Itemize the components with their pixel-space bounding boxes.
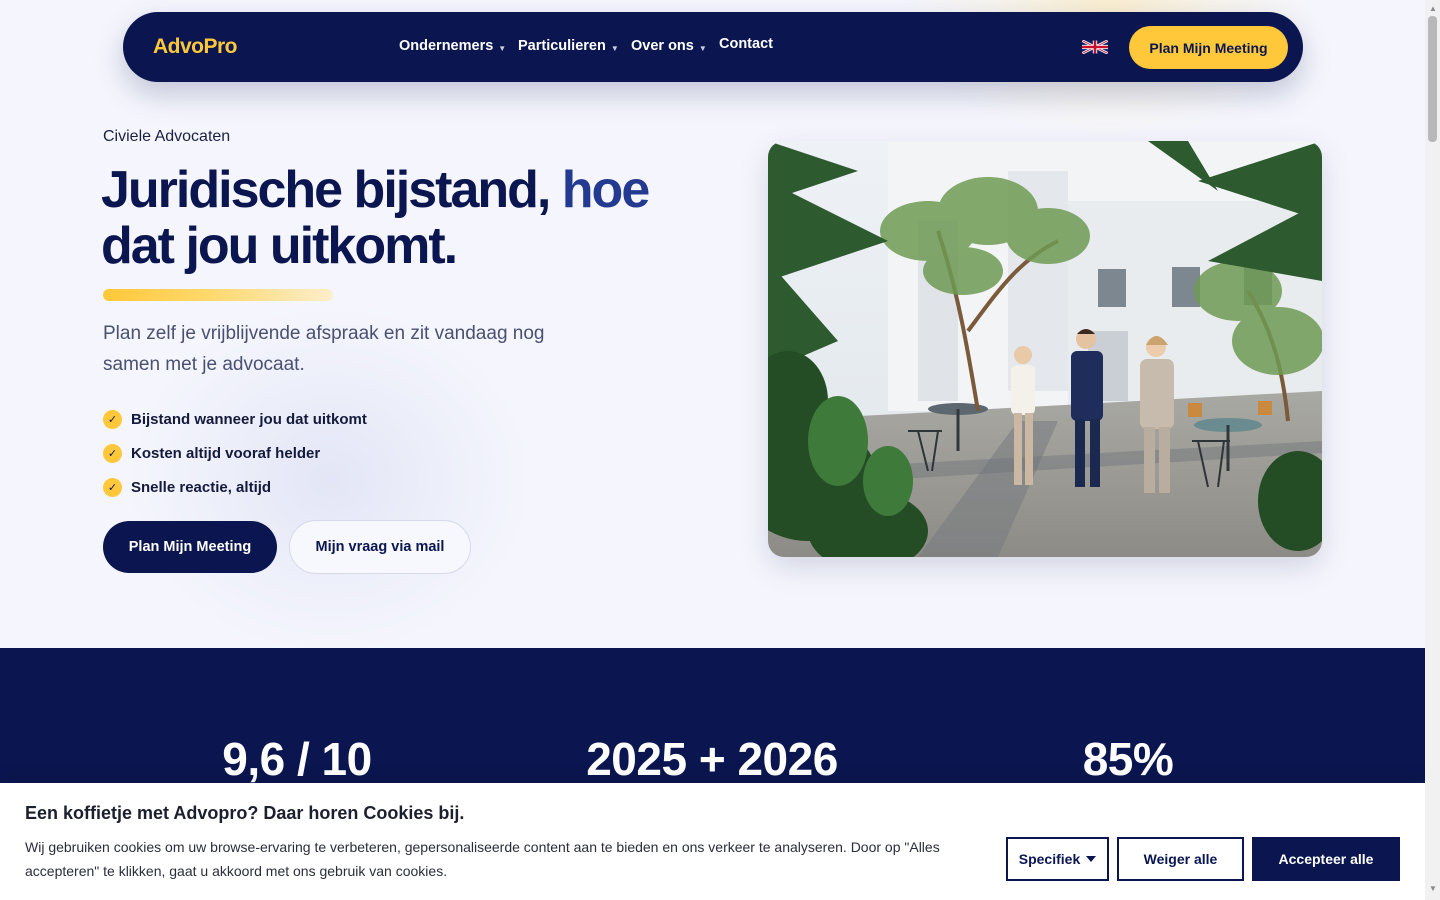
cookie-title: Een koffietje met Advopro? Daar horen Co… bbox=[25, 803, 465, 823]
cookie-text: Wij gebruiken cookies om uw browse-ervar… bbox=[25, 839, 940, 879]
benefit-item: ✓ Snelle reactie, altijd bbox=[103, 470, 367, 504]
uk-flag-icon[interactable] bbox=[1082, 40, 1108, 54]
nav-item-label: Over ons bbox=[631, 38, 694, 54]
benefit-list: ✓ Bijstand wanneer jou dat uitkomt ✓ Kos… bbox=[103, 402, 367, 504]
caret-down-icon bbox=[1086, 856, 1097, 862]
checkmark-icon: ✓ bbox=[103, 477, 122, 497]
caret-down-icon: ▼ bbox=[698, 43, 707, 53]
cookie-banner: Een koffietje met Advopro? Daar horen Co… bbox=[0, 783, 1425, 900]
checkmark-icon: ✓ bbox=[103, 443, 122, 463]
nav-item-particulieren[interactable]: Particulieren ▼ bbox=[518, 38, 619, 54]
scroll-down-icon[interactable]: ▼ bbox=[1429, 884, 1437, 893]
nav-item-label: Ondernemers bbox=[399, 38, 494, 54]
stat-years: 2025 + 2026 bbox=[586, 733, 838, 785]
page: AdvoPro Ondernemers ▼ Particulieren ▼ Ov… bbox=[0, 0, 1425, 900]
main-nav: AdvoPro Ondernemers ▼ Particulieren ▼ Ov… bbox=[123, 12, 1303, 82]
hero-photo bbox=[768, 141, 1322, 557]
plan-meeting-button[interactable]: Plan Mijn Meeting bbox=[103, 521, 277, 573]
checkmark-icon: ✓ bbox=[103, 409, 122, 429]
benefit-text: Bijstand wanneer jou dat uitkomt bbox=[131, 410, 367, 428]
office-courtyard-photo bbox=[768, 141, 1322, 557]
logo[interactable]: AdvoPro bbox=[153, 35, 238, 59]
cookie-specific-button[interactable]: Specifiek bbox=[1006, 837, 1109, 881]
stat-percentage: 85% bbox=[1082, 733, 1174, 785]
hero-headline: Juridische bijstand, hoe dat jou uitkomt… bbox=[101, 162, 701, 274]
headline-part-1: Juridische bijstand, bbox=[101, 161, 551, 219]
headline-accent-bar bbox=[103, 289, 333, 301]
caret-down-icon: ▼ bbox=[610, 43, 619, 53]
nav-item-over-ons[interactable]: Over ons ▼ bbox=[631, 38, 707, 54]
cookie-specific-label: Specifiek bbox=[1018, 851, 1081, 867]
nav-item-ondernemers[interactable]: Ondernemers ▼ bbox=[399, 38, 506, 54]
page-scrollbar[interactable]: ▲ ▼ bbox=[1425, 0, 1440, 900]
hero-lead: Plan zelf je vrijblijvende afspraak en z… bbox=[103, 323, 545, 375]
stat-rating: 9,6 / 10 bbox=[222, 733, 372, 785]
nav-item-label: Particulieren bbox=[518, 38, 606, 54]
cookie-accept-button[interactable]: Accepteer alle bbox=[1252, 837, 1400, 881]
nav-item-contact[interactable]: Contact bbox=[719, 36, 773, 52]
benefit-item: ✓ Kosten altijd vooraf helder bbox=[103, 436, 367, 470]
hero-eyebrow: Civiele Advocaten bbox=[103, 128, 231, 145]
scroll-up-icon[interactable]: ▲ bbox=[1429, 4, 1437, 13]
benefit-text: Snelle reactie, altijd bbox=[131, 478, 272, 496]
nav-plan-meeting-button[interactable]: Plan Mijn Meeting bbox=[1129, 26, 1288, 69]
benefit-text: Kosten altijd vooraf helder bbox=[131, 444, 321, 462]
headline-part-2: hoe bbox=[561, 161, 650, 219]
benefit-item: ✓ Bijstand wanneer jou dat uitkomt bbox=[103, 402, 367, 436]
headline-part-3: dat jou uitkomt. bbox=[101, 217, 458, 275]
nav-item-label: Contact bbox=[719, 36, 773, 52]
mail-question-button[interactable]: Mijn vraag via mail bbox=[289, 520, 471, 574]
cookie-reject-button[interactable]: Weiger alle bbox=[1117, 837, 1244, 881]
scroll-thumb[interactable] bbox=[1428, 16, 1437, 142]
caret-down-icon: ▼ bbox=[498, 43, 507, 53]
